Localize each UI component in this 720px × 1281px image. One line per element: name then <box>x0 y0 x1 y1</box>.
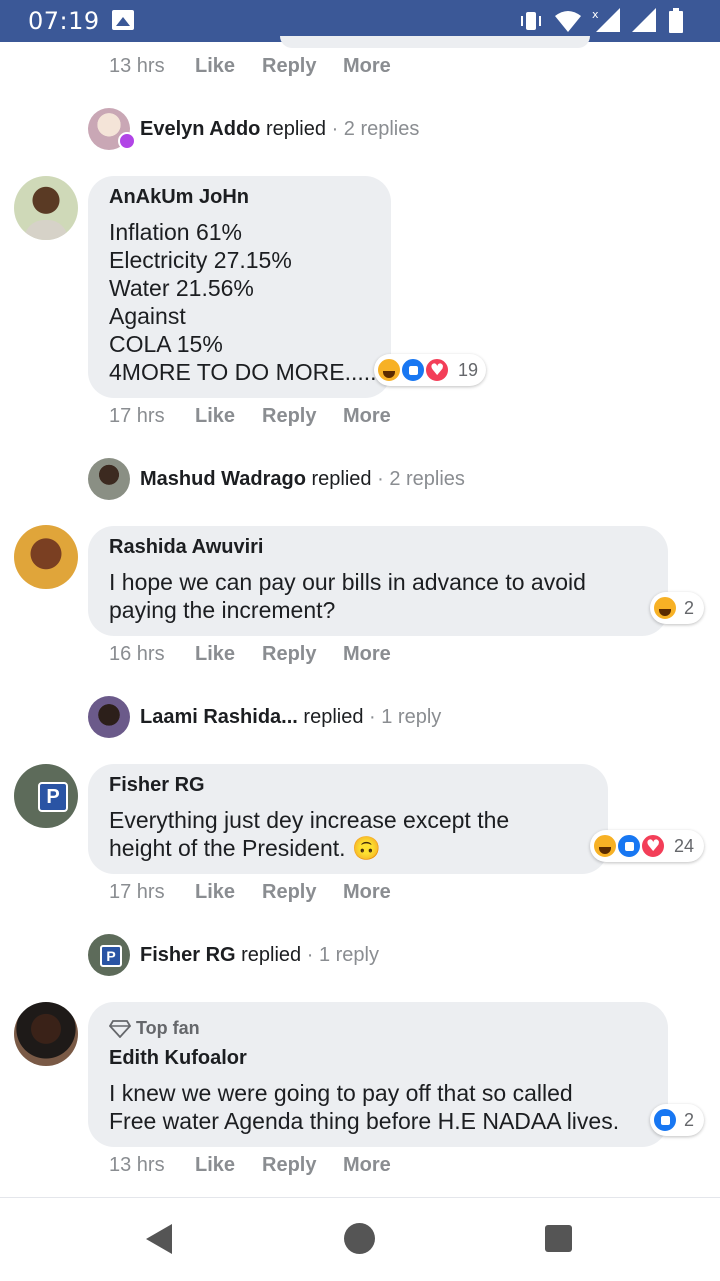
reaction-count: 24 <box>674 836 695 856</box>
comment-author[interactable]: Rashida Awuviri <box>109 536 264 559</box>
signal-x-icon: x <box>592 8 620 32</box>
avatar[interactable]: P <box>14 764 78 828</box>
comment-text: Everything just dey increase except the … <box>109 807 510 861</box>
replied-verb: replied <box>311 468 372 490</box>
more-button[interactable]: More <box>343 1154 391 1177</box>
haha-reaction-icon <box>376 357 402 383</box>
like-button[interactable]: Like <box>195 55 235 78</box>
reaction-summary[interactable]: 19 <box>374 354 486 386</box>
more-button[interactable]: More <box>343 881 391 904</box>
replies-summary-text: Mashud Wadrago replied · 2 replies <box>140 468 465 491</box>
avatar[interactable] <box>14 176 78 240</box>
haha-reaction-icon <box>652 595 678 621</box>
comment-time: 16 hrs <box>109 643 165 665</box>
parking-logo-icon: P <box>100 945 122 967</box>
signal-icon <box>632 8 656 32</box>
replies-summary-text: Fisher RG replied · 1 reply <box>140 944 379 967</box>
avatar <box>88 696 130 738</box>
reply-count[interactable]: · 2 replies <box>332 118 420 140</box>
more-button[interactable]: More <box>343 405 391 428</box>
replied-verb: replied <box>265 118 326 140</box>
avatar: P <box>88 934 130 976</box>
comment-time: 17 hrs <box>109 881 165 903</box>
comment-bubble[interactable]: Fisher RG Everything just dey increase e… <box>88 764 608 874</box>
reply-button[interactable]: Reply <box>262 1154 316 1177</box>
reaction-summary[interactable]: 2 <box>650 592 704 624</box>
love-reaction-icon <box>640 833 666 859</box>
comment-author[interactable]: Fisher RG <box>109 774 205 797</box>
comment-text: I knew we were going to pay off that so … <box>109 1080 620 1134</box>
replied-verb: replied <box>241 944 302 966</box>
parking-logo-icon: P <box>38 782 68 812</box>
reaction-count: 2 <box>684 1110 695 1130</box>
avatar-shirt <box>24 220 68 240</box>
like-button[interactable]: Like <box>195 643 235 666</box>
replied-verb: replied <box>303 706 364 728</box>
comment-text: I hope we can pay our bills in advance t… <box>109 569 586 623</box>
reply-button[interactable]: Reply <box>262 881 316 904</box>
comment-bubble[interactable]: AnAkUm JoHn Inflation 61% Electricity 27… <box>88 176 391 398</box>
home-icon[interactable] <box>344 1223 375 1254</box>
haha-reaction-icon <box>592 833 618 859</box>
status-icons: x <box>518 8 698 34</box>
reply-button[interactable]: Reply <box>262 405 316 428</box>
avatar <box>88 458 130 500</box>
replier-name[interactable]: Laami Rashida... <box>140 706 298 728</box>
messenger-badge-icon <box>118 132 136 150</box>
comment-meta-row: 17 hrs Like Reply More <box>0 881 720 907</box>
reply-button[interactable]: Reply <box>262 55 316 78</box>
reaction-summary[interactable]: 2 <box>650 1104 704 1136</box>
previous-comment-bubble-edge <box>280 36 590 48</box>
reply-count[interactable]: · 1 reply <box>307 944 379 966</box>
replies-summary-text: Laami Rashida... replied · 1 reply <box>140 706 441 729</box>
comment-time: 13 hrs <box>109 55 165 77</box>
comment-time: 17 hrs <box>109 405 165 427</box>
svg-text:x: x <box>592 8 599 21</box>
like-reaction-icon <box>652 1107 678 1133</box>
vibrate-icon <box>521 12 541 30</box>
battery-icon <box>669 8 683 33</box>
comment-meta-row: 16 hrs Like Reply More <box>0 643 720 669</box>
top-fan-badge: Top fan <box>136 1018 200 1038</box>
reply-count[interactable]: · 2 replies <box>377 468 465 490</box>
love-reaction-icon <box>424 357 450 383</box>
replies-summary-text: Evelyn Addo replied · 2 replies <box>140 118 419 141</box>
replier-name[interactable]: Mashud Wadrago <box>140 468 306 490</box>
replier-name[interactable]: Fisher RG <box>140 944 236 966</box>
comment-bubble[interactable]: Rashida Awuviri I hope we can pay our bi… <box>88 526 668 636</box>
reaction-count: 2 <box>684 598 695 618</box>
replier-name[interactable]: Evelyn Addo <box>140 118 260 140</box>
comment-text: Inflation 61% Electricity 27.15% Water 2… <box>109 219 377 385</box>
avatar[interactable] <box>14 1002 78 1066</box>
comment-author[interactable]: AnAkUm JoHn <box>109 186 249 209</box>
avatar[interactable] <box>14 525 78 589</box>
comment-time: 13 hrs <box>109 1154 165 1176</box>
back-icon[interactable] <box>146 1224 172 1254</box>
reply-button[interactable]: Reply <box>262 643 316 666</box>
comment-bubble[interactable]: Top fan Edith Kufoalor I knew we were go… <box>88 1002 668 1147</box>
like-button[interactable]: Like <box>195 1154 235 1177</box>
like-button[interactable]: Like <box>195 405 235 428</box>
like-button[interactable]: Like <box>195 881 235 904</box>
comment-meta-row: 17 hrs Like Reply More <box>0 405 720 431</box>
like-reaction-icon <box>400 357 426 383</box>
status-time: 07:19 <box>28 7 100 35</box>
reply-count[interactable]: · 1 reply <box>369 706 441 728</box>
reaction-summary[interactable]: 24 <box>590 830 704 862</box>
wifi-icon <box>555 11 581 32</box>
like-reaction-icon <box>616 833 642 859</box>
reaction-count: 19 <box>458 360 479 380</box>
more-button[interactable]: More <box>343 643 391 666</box>
navigation-bar <box>0 1197 720 1281</box>
comment-meta-row: 13 hrs Like Reply More <box>0 55 720 81</box>
comment-author[interactable]: Edith Kufoalor <box>109 1047 247 1070</box>
top-fan-diamond-icon <box>109 1020 131 1038</box>
comment-meta-row: 13 hrs Like Reply More <box>0 1154 720 1180</box>
recent-apps-icon[interactable] <box>545 1225 572 1252</box>
image-notification-icon <box>112 10 134 30</box>
more-button[interactable]: More <box>343 55 391 78</box>
